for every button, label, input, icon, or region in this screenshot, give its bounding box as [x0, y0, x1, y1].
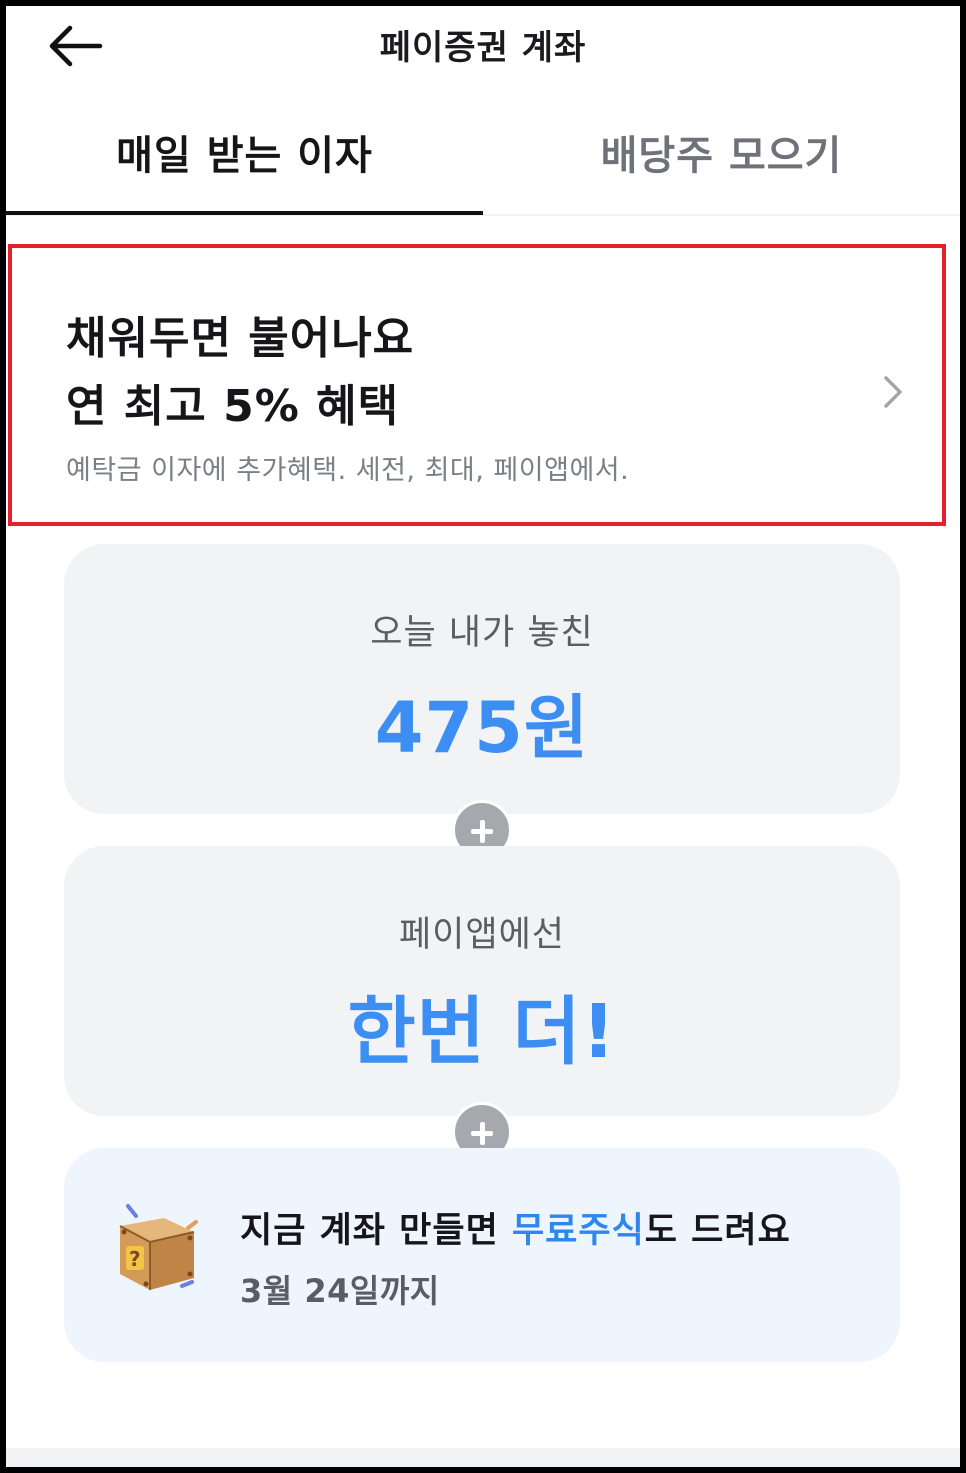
tab-bar: 매일 받는 이자 배당주 모으기	[6, 116, 960, 216]
svg-text:?: ?	[129, 1247, 141, 1271]
app-screen: 페이증권 계좌 매일 받는 이자 배당주 모으기 채워두면 불어나요 연 최고 …	[6, 6, 960, 1467]
tab-daily-interest[interactable]: 매일 받는 이자	[6, 116, 483, 216]
interest-promo-card[interactable]: 채워두면 불어나요 연 최고 5% 혜택 예탁금 이자에 추가혜택. 세전, 최…	[8, 244, 946, 526]
bottom-divider	[6, 1448, 960, 1467]
banner-headline: 지금 계좌 만들면 무료주식도 드려요	[240, 1202, 791, 1253]
missed-interest-card: 오늘 내가 놓친 475원	[64, 544, 900, 814]
promo-headline: 채워두면 불어나요	[66, 313, 415, 364]
chevron-right-icon	[884, 376, 902, 408]
missed-interest-amount: 475원	[374, 687, 590, 769]
promo-description: 예탁금 이자에 추가혜택. 세전, 최대, 페이앱에서.	[66, 455, 630, 486]
payapp-bonus-value: 한번 더!	[347, 989, 617, 1075]
mystery-box-icon: ?	[119, 1204, 198, 1290]
page-title: 페이증권 계좌	[379, 28, 587, 68]
banner-deadline: 3월 24일까지	[240, 1272, 440, 1310]
header: 페이증권 계좌	[6, 6, 960, 86]
payapp-bonus-label: 페이앱에선	[398, 915, 565, 955]
banner-text-after: 도 드려요	[644, 1211, 791, 1251]
promo-rate-headline: 연 최고 5% 혜택	[66, 381, 400, 432]
tab-dividend-stocks[interactable]: 배당주 모으기	[483, 116, 960, 216]
active-tab-indicator	[6, 211, 483, 215]
banner-text-before: 지금 계좌 만들면	[240, 1211, 512, 1251]
missed-interest-label: 오늘 내가 놓친	[370, 613, 594, 653]
payapp-bonus-card: 페이앱에선 한번 더!	[64, 846, 900, 1116]
banner-highlight: 무료주식	[511, 1211, 645, 1251]
free-stock-banner[interactable]: ? 지금 계좌 만들면 무료주식도 드려요 3월 24일까지	[64, 1148, 900, 1362]
